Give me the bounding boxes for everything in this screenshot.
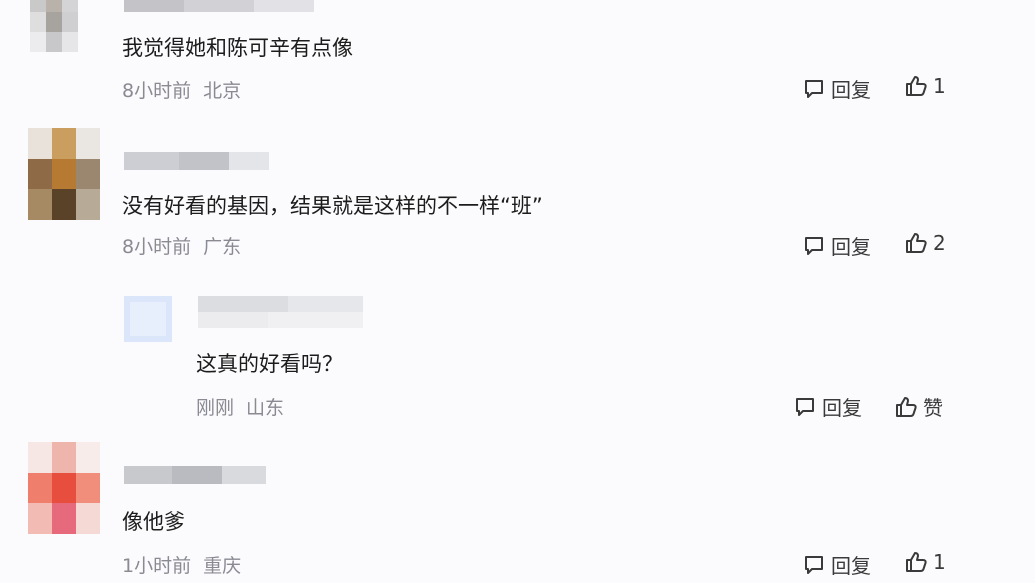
- like-count: 2: [933, 231, 946, 255]
- comment-text: 我觉得她和陈可辛有点像: [122, 36, 353, 60]
- comment-time: 刚刚: [196, 397, 235, 419]
- like-button[interactable]: 2: [905, 231, 946, 255]
- reply-label: 回复: [831, 235, 871, 259]
- reply-button[interactable]: 回复: [803, 231, 871, 260]
- like-button[interactable]: 赞: [895, 392, 943, 421]
- comment-location: 广东: [203, 236, 242, 258]
- like-button[interactable]: 1: [905, 74, 946, 98]
- thumbs-up-icon: [906, 233, 927, 253]
- avatar[interactable]: [28, 128, 100, 220]
- like-label: 赞: [923, 396, 943, 420]
- comment-bubble-icon: [796, 397, 814, 416]
- like-button[interactable]: 1: [905, 550, 946, 574]
- thumbs-up-icon: [896, 396, 917, 417]
- avatar[interactable]: [30, 0, 78, 52]
- reply-label: 回复: [831, 554, 871, 578]
- comment-time: 8小时前: [122, 80, 192, 102]
- comment-bubble-icon: [805, 555, 823, 574]
- comment-text: 这真的好看吗？: [196, 352, 343, 376]
- username-blurred[interactable]: [198, 296, 363, 328]
- username-blurred[interactable]: [124, 152, 269, 170]
- thumbs-up-icon: [906, 76, 927, 96]
- like-count: 1: [933, 74, 946, 98]
- comment-time: 8小时前: [122, 236, 192, 258]
- comment-bubble-icon: [805, 79, 823, 98]
- comment-text: 像他爹: [122, 510, 185, 534]
- like-count: 1: [933, 550, 946, 574]
- comment-location: 重庆: [203, 555, 242, 577]
- comment-time: 1小时前: [122, 555, 192, 577]
- avatar[interactable]: [28, 442, 100, 534]
- comment-bubble-icon: [805, 236, 823, 255]
- reply-button[interactable]: 回复: [794, 392, 862, 421]
- reply-label: 回复: [822, 396, 862, 420]
- reply-button[interactable]: 回复: [803, 74, 871, 103]
- comment-meta: 8小时前 广东: [122, 232, 241, 259]
- comment-meta: 刚刚 山东: [196, 393, 284, 420]
- avatar-inner: [130, 302, 166, 336]
- comment-location: 北京: [203, 80, 242, 102]
- comment-location: 山东: [246, 397, 285, 419]
- comment-meta: 8小时前 北京: [122, 76, 241, 103]
- reply-label: 回复: [831, 78, 871, 102]
- thumbs-up-icon: [906, 552, 927, 572]
- username-blurred[interactable]: [124, 466, 266, 484]
- comment-meta: 1小时前 重庆: [122, 551, 241, 578]
- reply-button[interactable]: 回复: [803, 550, 871, 579]
- comment-text: 没有好看的基因，结果就是这样的不一样“班”: [122, 194, 543, 218]
- username-blurred[interactable]: [124, 0, 314, 12]
